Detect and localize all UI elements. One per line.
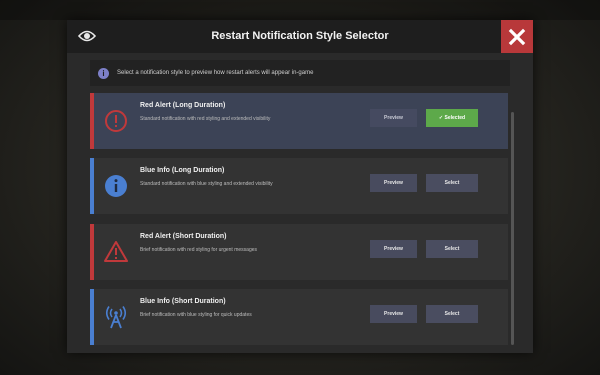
select-button[interactable]: Select: [426, 174, 478, 192]
style-list: Red Alert (Long Duration) Standard notif…: [90, 92, 508, 355]
style-card-red-long[interactable]: Red Alert (Long Duration) Standard notif…: [90, 93, 508, 149]
accent-stripe: [90, 158, 94, 214]
preview-button[interactable]: Preview: [370, 240, 417, 258]
accent-stripe: [90, 289, 94, 345]
select-button[interactable]: Select: [426, 240, 478, 258]
exclamation-circle-icon: [105, 110, 127, 132]
style-name: Red Alert (Long Duration): [140, 102, 226, 109]
style-name: Blue Info (Short Duration): [140, 298, 226, 305]
style-card-blue-short[interactable]: Blue Info (Short Duration) Brief notific…: [90, 289, 508, 345]
style-description: Brief notification with blue styling for…: [140, 312, 252, 318]
accent-stripe: [90, 224, 94, 280]
close-icon: [508, 28, 526, 45]
style-card-red-short[interactable]: Red Alert (Short Duration) Brief notific…: [90, 224, 508, 280]
close-button[interactable]: [501, 20, 533, 53]
preview-button[interactable]: Preview: [370, 174, 417, 192]
accent-stripe: [90, 93, 94, 149]
selected-button[interactable]: ✓ Selected: [426, 109, 478, 127]
style-name: Red Alert (Short Duration): [140, 233, 227, 240]
preview-button[interactable]: Preview: [370, 109, 417, 127]
info-circle-icon: [105, 175, 127, 197]
info-icon: i: [98, 67, 109, 79]
info-text: Select a notification style to preview h…: [117, 70, 314, 76]
list-scrollbar[interactable]: [511, 112, 514, 345]
warning-triangle-icon: [104, 241, 128, 262]
style-description: Standard notification with blue styling …: [140, 181, 273, 187]
style-description: Brief notification with red styling for …: [140, 247, 257, 253]
preview-button[interactable]: Preview: [370, 305, 417, 323]
style-description: Standard notification with red styling a…: [140, 116, 271, 122]
background-band: [0, 0, 600, 20]
select-button[interactable]: Select: [426, 305, 478, 323]
notification-style-dialog: Restart Notification Style Selector i Se…: [67, 20, 533, 353]
info-banner: i Select a notification style to preview…: [90, 60, 510, 86]
dialog-title: Restart Notification Style Selector: [211, 30, 389, 42]
broadcast-tower-icon: [105, 306, 127, 329]
style-card-blue-long[interactable]: Blue Info (Long Duration) Standard notif…: [90, 158, 508, 214]
style-name: Blue Info (Long Duration): [140, 167, 225, 174]
dialog-header: Restart Notification Style Selector: [67, 20, 533, 53]
